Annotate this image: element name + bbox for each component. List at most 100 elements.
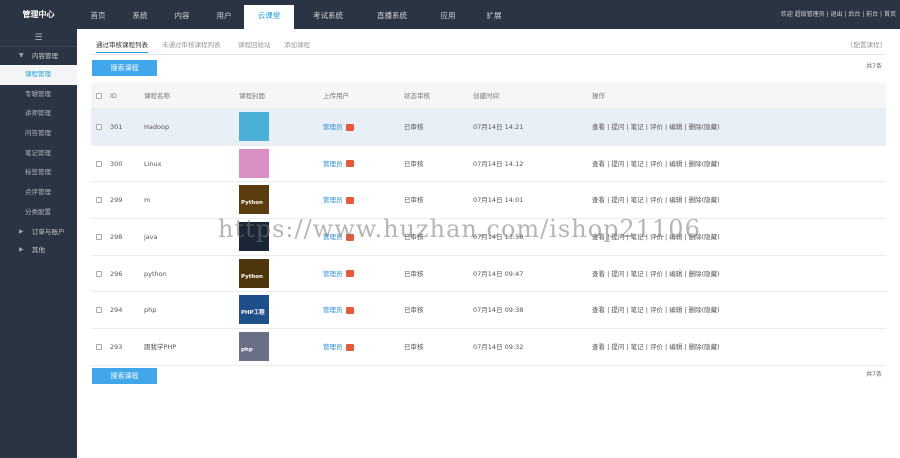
sidebar-group-label: 订单与账户 [32, 227, 65, 236]
row-actions[interactable]: 查看 | 提问 | 笔记 | 评价 | 编辑 | 删除(隐藏) [592, 146, 720, 183]
table-row[interactable]: 301 Hadoop 管理员 已审核 07月14日 14:21 查看 | 提问 | 笔记 … [91, 109, 886, 146]
sidebar-group-orders[interactable]: ▶ 订单与账户 [0, 223, 77, 241]
uploader-link[interactable]: 管理员 [323, 343, 343, 351]
row-uploader[interactable]: 管理员 [323, 329, 354, 366]
caret-down-icon: ▼ [19, 52, 24, 59]
sidebar-group-other[interactable]: ▶ 其他 [0, 241, 77, 259]
row-checkbox[interactable] [96, 182, 102, 219]
table-header: ID 课程名称 课程封面 上传用户 状态审核 创建时间 操作 [91, 83, 886, 109]
tab-unapproved-courses[interactable]: 未通过审核课程列表 [162, 39, 221, 53]
mail-icon[interactable] [345, 343, 354, 351]
column-header-user: 上传用户 [323, 92, 349, 100]
row-checkbox[interactable] [96, 219, 102, 256]
sidebar-item-tags[interactable]: 标签管理 [0, 163, 77, 183]
uploader-link[interactable]: 管理员 [323, 306, 343, 314]
table-row[interactable]: 299 m Python 管理员 已审核 07月14日 14:01 查看 | 提问 | 笔记… [91, 182, 886, 220]
nav-cloud-class[interactable]: 云课堂 [244, 5, 294, 29]
sidebar-item-albums[interactable]: 专辑管理 [0, 85, 77, 105]
row-actions[interactable]: 查看 | 提问 | 笔记 | 评价 | 编辑 | 删除(隐藏) [592, 256, 720, 293]
mail-icon[interactable] [345, 123, 354, 131]
row-id: 298 [110, 233, 123, 242]
tab-course-recycle-bin[interactable]: 课程回收站 [238, 39, 271, 53]
row-actions[interactable]: 查看 | 提问 | 笔记 | 评价 | 编辑 | 删除(隐藏) [592, 329, 720, 366]
table-row[interactable]: 296 python Python 管理员 已审核 07月14日 09:47 查看 | 提问… [91, 256, 886, 293]
config-course-link[interactable]: [配置课程] [851, 39, 882, 49]
row-actions[interactable]: 查看 | 提问 | 笔记 | 评价 | 编辑 | 删除(隐藏) [592, 182, 720, 219]
nav-home[interactable]: 首页 [78, 0, 118, 29]
nav-live-system[interactable]: 直播系统 [366, 0, 418, 29]
row-checkbox[interactable] [96, 109, 102, 146]
cover-text: PHP工程 [241, 310, 265, 317]
row-course-name: php [144, 306, 157, 315]
row-id: 299 [110, 196, 123, 205]
row-checkbox[interactable] [96, 256, 102, 293]
sidebar: ☰ ▼ 内容管理 课程管理 专辑管理 讲师管理 问答管理 笔记管理 标签管理 点… [0, 29, 77, 458]
record-count-bottom: 共7条 [866, 371, 882, 378]
uploader-link[interactable]: 管理员 [323, 270, 343, 278]
row-checkbox[interactable] [96, 146, 102, 183]
top-user-links[interactable]: 欢迎 超级管理员 | 退出 | 后台 | 前台 | 首页 [781, 0, 896, 29]
tab-approved-courses[interactable]: 通过审核课程列表 [96, 39, 148, 53]
row-actions[interactable]: 查看 | 提问 | 笔记 | 评价 | 编辑 | 删除(隐藏) [592, 292, 720, 329]
select-all-checkbox[interactable] [96, 83, 102, 109]
nav-extensions[interactable]: 扩展 [474, 0, 514, 29]
sidebar-item-categories[interactable]: 分类配置 [0, 203, 77, 223]
mail-icon[interactable] [345, 160, 354, 168]
uploader-link[interactable]: 管理员 [323, 160, 343, 168]
menu-toggle-icon[interactable]: ☰ [0, 29, 77, 47]
sidebar-item-notes[interactable]: 笔记管理 [0, 144, 77, 164]
row-status: 已审核 [404, 123, 424, 131]
row-status: 已审核 [404, 306, 424, 315]
mail-icon[interactable] [345, 196, 354, 204]
mail-icon[interactable] [345, 306, 354, 314]
nav-exam-system[interactable]: 考试系统 [302, 0, 354, 29]
sidebar-item-reviews[interactable]: 点评管理 [0, 183, 77, 203]
caret-right-icon: ▶ [19, 245, 24, 253]
row-uploader[interactable]: 管理员 [323, 182, 354, 219]
sidebar-item-courses[interactable]: 课程管理 [0, 65, 77, 85]
record-count: 共7条 [866, 63, 882, 70]
row-status: 已审核 [404, 343, 424, 352]
nav-system[interactable]: 系统 [120, 0, 160, 29]
nav-apps[interactable]: 应用 [428, 0, 468, 29]
tab-add-course[interactable]: 添加课程 [284, 39, 310, 53]
row-id: 294 [110, 306, 123, 315]
search-course-button[interactable]: 搜索课程 [92, 60, 157, 76]
table-row[interactable]: 300 Linux 管理员 已审核 07月14日 14:12 查看 | 提问 | 笔记 |… [91, 146, 886, 183]
cover-text: Python [241, 200, 263, 207]
column-header-status: 状态审核 [404, 92, 430, 100]
row-created-time: 07月14日 09:38 [473, 306, 524, 315]
sidebar-item-questions[interactable]: 问答管理 [0, 124, 77, 144]
row-course-name: python [144, 269, 167, 278]
row-uploader[interactable]: 管理员 [323, 146, 354, 183]
column-header-time: 创建时间 [473, 92, 499, 100]
sidebar-item-teachers[interactable]: 讲师管理 [0, 104, 77, 124]
row-id: 296 [110, 269, 123, 278]
sidebar-group-label: 内容管理 [32, 52, 58, 60]
row-course-name: java [144, 233, 158, 242]
uploader-link[interactable]: 管理员 [323, 123, 343, 131]
divider [91, 54, 886, 55]
row-created-time: 07月14日 14:12 [473, 159, 524, 168]
search-course-button-bottom[interactable]: 搜索课程 [92, 368, 157, 384]
row-id: 300 [110, 159, 123, 168]
sidebar-group-content[interactable]: ▼ 内容管理 [0, 47, 77, 65]
mail-icon[interactable] [345, 270, 354, 278]
row-uploader[interactable]: 管理员 [323, 292, 354, 329]
main-content: 通过审核课程列表 未通过审核课程列表 课程回收站 添加课程 [配置课程] 搜索课… [77, 29, 900, 458]
uploader-link[interactable]: 管理员 [323, 196, 343, 204]
row-id: 301 [110, 123, 123, 131]
column-header-cover: 课程封面 [239, 92, 265, 100]
row-uploader[interactable]: 管理员 [323, 109, 354, 146]
row-actions[interactable]: 查看 | 提问 | 笔记 | 评价 | 编辑 | 删除(隐藏) [592, 109, 720, 146]
row-uploader[interactable]: 管理员 [323, 256, 354, 293]
nav-content[interactable]: 内容 [162, 0, 202, 29]
row-course-name: 跟我学PHP [144, 343, 177, 352]
table-row[interactable]: 293 跟我学PHP php 管理员 已审核 07月14日 09:32 查看 | 提问 | … [91, 329, 886, 366]
row-checkbox[interactable] [96, 292, 102, 329]
row-checkbox[interactable] [96, 329, 102, 366]
cover-text: Python [241, 273, 263, 280]
nav-users[interactable]: 用户 [204, 0, 244, 29]
row-status: 已审核 [404, 159, 424, 168]
table-row[interactable]: 294 php PHP工程 管理员 已审核 07月14日 09:38 查看 | 提问 | 笔… [91, 292, 886, 330]
